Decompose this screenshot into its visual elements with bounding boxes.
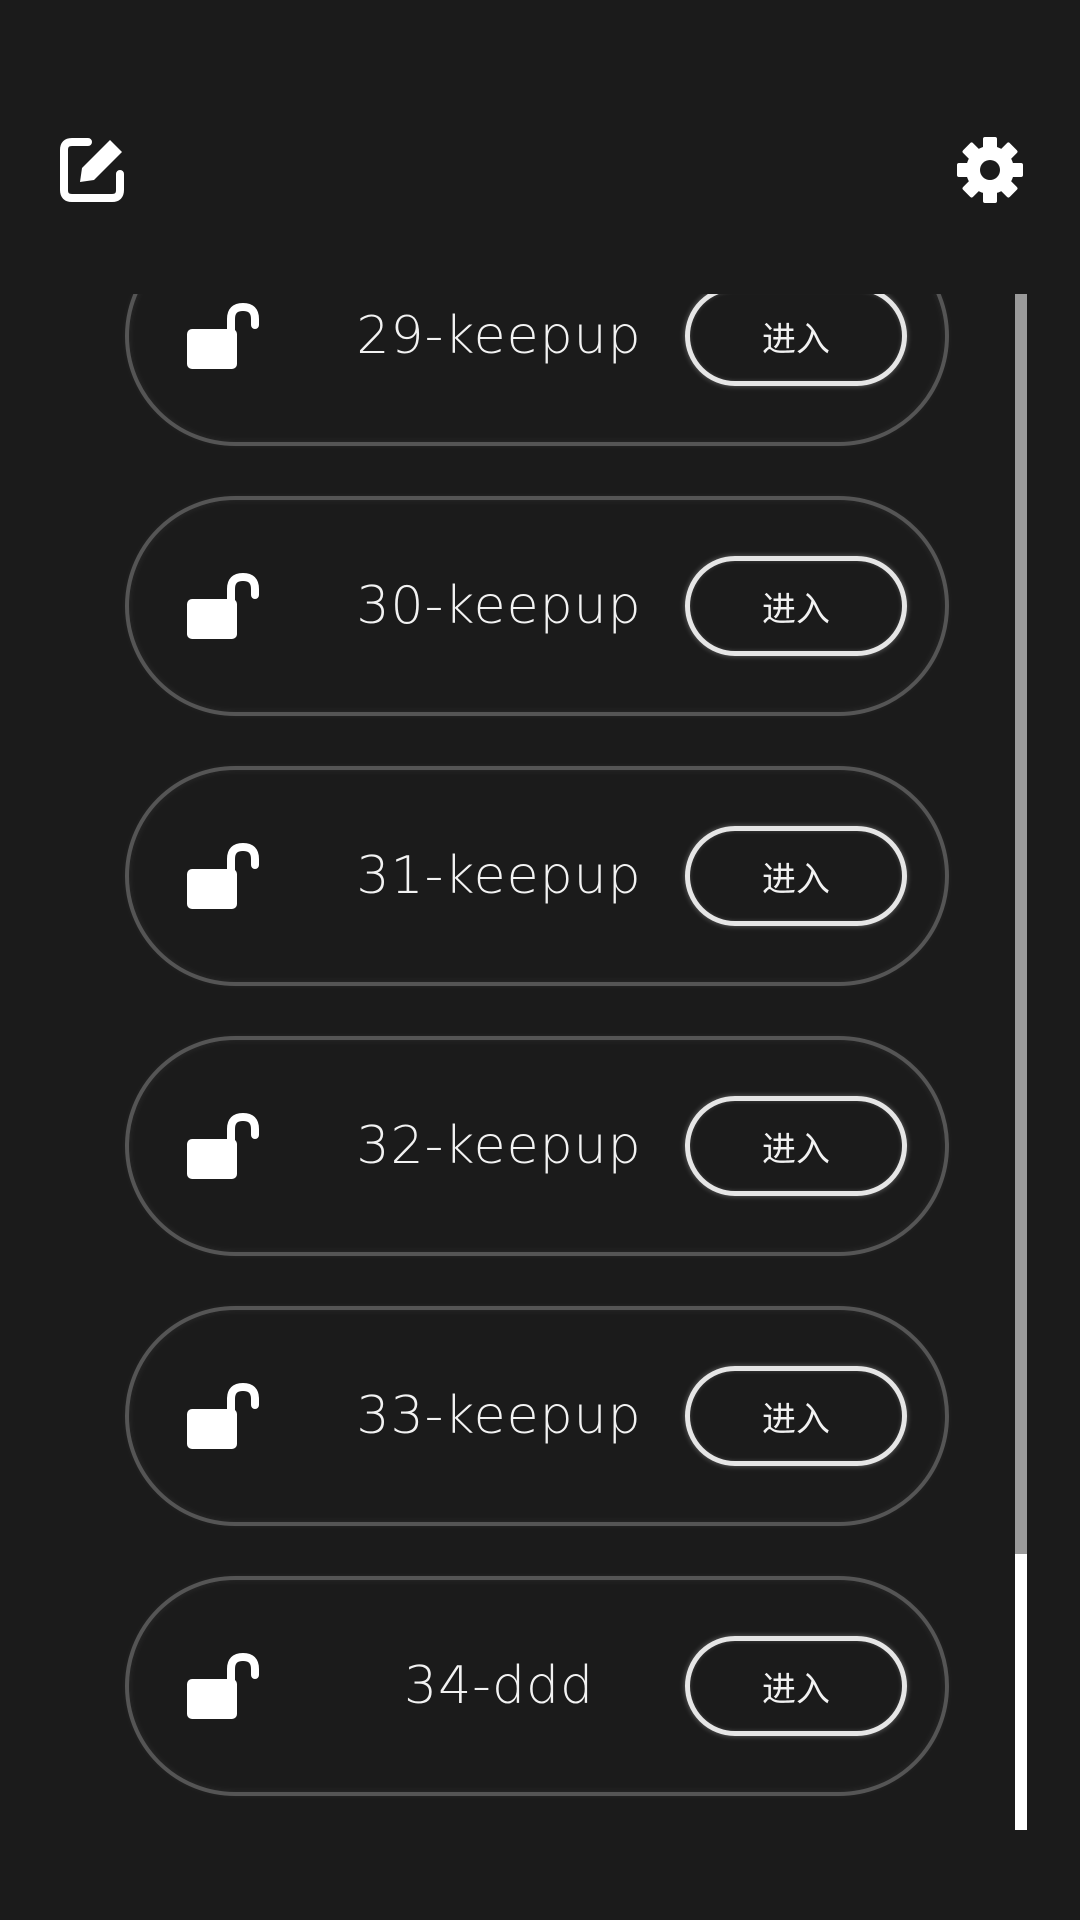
item-name: 33-keepup: [356, 1386, 642, 1446]
item-name: 32-keepup: [356, 1116, 642, 1176]
list-item: 33-keepup 进入: [125, 1306, 949, 1526]
item-name: 30-keepup: [356, 576, 642, 636]
enter-button[interactable]: 进入: [685, 1636, 907, 1736]
edit-icon: [60, 138, 124, 202]
gear-icon: [957, 137, 1023, 203]
list-item: 34-ddd 进入: [125, 1576, 949, 1796]
enter-button[interactable]: 进入: [685, 1096, 907, 1196]
scrollbar-thumb[interactable]: [1015, 1553, 1027, 1830]
list-item: 31-keepup 进入: [125, 766, 949, 986]
settings-button[interactable]: [948, 128, 1032, 212]
unlock-icon: [187, 1383, 259, 1449]
enter-button[interactable]: 进入: [685, 1366, 907, 1466]
list-item: 29-keepup 进入: [125, 294, 949, 446]
item-name: 31-keepup: [356, 846, 642, 906]
unlock-icon: [187, 843, 259, 909]
app-screen: 29-keepup 进入 30-keepup 进入 31-keepup 进入 3…: [0, 0, 1080, 1920]
list-item: 30-keepup 进入: [125, 496, 949, 716]
edit-button[interactable]: [50, 128, 134, 212]
item-name: 34-ddd: [404, 1656, 594, 1716]
enter-button[interactable]: 进入: [685, 556, 907, 656]
list-item: 32-keepup 进入: [125, 1036, 949, 1256]
item-name: 29-keepup: [356, 306, 642, 366]
item-list[interactable]: 29-keepup 进入 30-keepup 进入 31-keepup 进入 3…: [0, 294, 1080, 1830]
enter-button[interactable]: 进入: [685, 826, 907, 926]
unlock-icon: [187, 303, 259, 369]
scrollbar[interactable]: [1015, 294, 1027, 1830]
unlock-icon: [187, 1113, 259, 1179]
unlock-icon: [187, 573, 259, 639]
enter-button[interactable]: 进入: [685, 294, 907, 386]
unlock-icon: [187, 1653, 259, 1719]
